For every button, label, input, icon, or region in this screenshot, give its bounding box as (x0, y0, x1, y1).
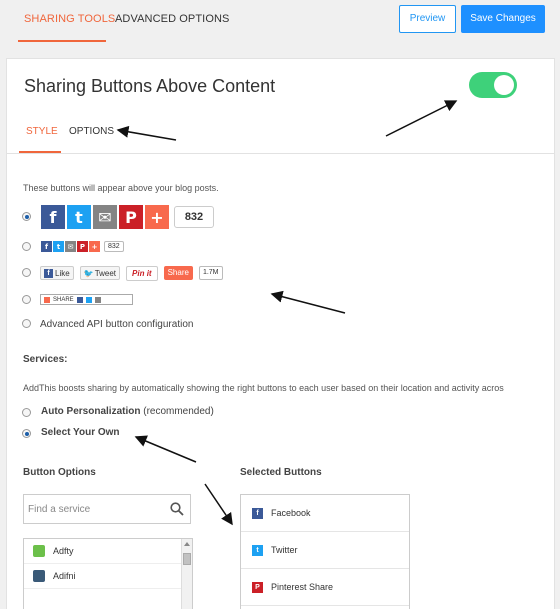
twitter-icon: t (67, 205, 91, 229)
list-item[interactable]: P Pinterest Share (241, 569, 409, 606)
radio-auto-personalization[interactable] (22, 408, 31, 417)
facebook-icon: f (44, 268, 53, 278)
sharing-settings-card: Sharing Buttons Above Content STYLE OPTI… (6, 58, 555, 609)
share-count-large: 832 (174, 206, 214, 228)
twitter-icon: 🐦 (83, 268, 94, 278)
small-icons-preview: f t ✉ P + 832 (41, 241, 124, 252)
style-radio-native-buttons[interactable] (22, 268, 31, 277)
list-item[interactable]: f Facebook (241, 495, 409, 532)
addthis-icon (44, 296, 50, 303)
card-title: Sharing Buttons Above Content (24, 76, 276, 96)
list-item[interactable]: t Twitter (241, 532, 409, 569)
save-changes-button[interactable]: Save Changes (461, 5, 545, 33)
facebook-icon: f (41, 241, 52, 252)
like-label: Like (55, 268, 70, 278)
service-search (23, 494, 191, 524)
toggle-knob (494, 75, 514, 95)
subtab-options[interactable]: OPTIONS (69, 126, 114, 137)
style-description: These buttons will appear above your blo… (23, 183, 219, 193)
tweet-button: 🐦 Tweet (79, 266, 121, 280)
email-icon (94, 296, 101, 303)
email-icon: ✉ (93, 205, 117, 229)
selected-buttons-list: f Facebook t Twitter P Pinterest Share (240, 494, 410, 609)
pinterest-icon: P (77, 241, 88, 252)
native-buttons-preview: f Like 🐦 Tweet Pin it Share 1.7M (40, 265, 223, 281)
select-your-own-label: Select Your Own (41, 427, 120, 438)
addthis-plus-icon: + (145, 205, 169, 229)
scrollbar[interactable] (181, 539, 192, 609)
email-icon: ✉ (65, 241, 76, 252)
style-radio-compact[interactable] (22, 295, 31, 304)
scroll-up-icon[interactable] (184, 542, 190, 546)
adfty-icon (33, 545, 45, 557)
selected-service-label: Facebook (271, 508, 311, 518)
service-label: Adfty (53, 546, 74, 556)
selected-service-label: Pinterest Share (271, 582, 334, 592)
divider (7, 153, 554, 154)
recommended-note: (recommended) (143, 406, 214, 417)
style-radio-large-icons[interactable] (22, 212, 31, 221)
share-count-native: 1.7M (198, 266, 223, 280)
enable-toggle[interactable] (469, 72, 517, 98)
facebook-icon: f (41, 205, 65, 229)
button-options-heading: Button Options (23, 467, 96, 478)
compact-share-label: SHARE (53, 296, 74, 303)
auto-personalization-text: Auto Personalization (41, 406, 141, 417)
top-bar: SHARING TOOLS ADVANCED OPTIONS Preview S… (0, 0, 560, 44)
facebook-icon: f (252, 507, 263, 519)
api-config-label: Advanced API button configuration (40, 319, 194, 330)
tab-sharing-tools[interactable]: SHARING TOOLS (24, 13, 115, 25)
facebook-like-button: f Like (40, 266, 74, 280)
list-item[interactable] (24, 589, 192, 609)
subtab-style[interactable]: STYLE (26, 126, 58, 137)
search-input[interactable] (24, 495, 164, 523)
addthis-plus-icon: + (89, 241, 100, 252)
list-item[interactable]: Adifni (24, 564, 192, 589)
select-your-own-text: Select Your Own (41, 427, 120, 438)
adifni-icon (33, 570, 45, 582)
style-radio-small-icons[interactable] (22, 242, 31, 251)
services-heading: Services: (23, 354, 68, 365)
radio-select-your-own[interactable] (22, 429, 31, 438)
twitter-icon: t (53, 241, 64, 252)
style-radio-api[interactable] (22, 319, 31, 328)
services-description: AddThis boosts sharing by automatically … (23, 383, 504, 393)
scroll-thumb[interactable] (183, 553, 191, 565)
auto-personalization-label: Auto Personalization (recommended) (41, 406, 214, 417)
addthis-share-button: Share (163, 266, 193, 280)
tab-advanced-options[interactable]: ADVANCED OPTIONS (115, 13, 229, 25)
pinterest-icon: P (119, 205, 143, 229)
pin-it-button: Pin it (126, 265, 158, 281)
twitter-icon: t (252, 544, 263, 556)
share-count-small: 832 (104, 241, 124, 252)
facebook-icon (76, 296, 83, 303)
selected-service-label: Twitter (271, 545, 298, 555)
pinterest-icon: P (252, 581, 263, 593)
selected-buttons-heading: Selected Buttons (240, 467, 322, 478)
preview-button[interactable]: Preview (399, 5, 456, 33)
compact-share-preview: SHARE (40, 294, 133, 305)
tweet-label: Tweet (94, 268, 117, 278)
active-tab-indicator (18, 40, 106, 42)
twitter-icon (85, 296, 92, 303)
large-icons-preview: f t ✉ P + 832 (41, 205, 214, 229)
list-item[interactable]: Adfty (24, 539, 192, 564)
search-icon[interactable] (170, 502, 184, 516)
service-list: Adfty Adifni (23, 538, 193, 609)
service-label: Adifni (53, 571, 76, 581)
